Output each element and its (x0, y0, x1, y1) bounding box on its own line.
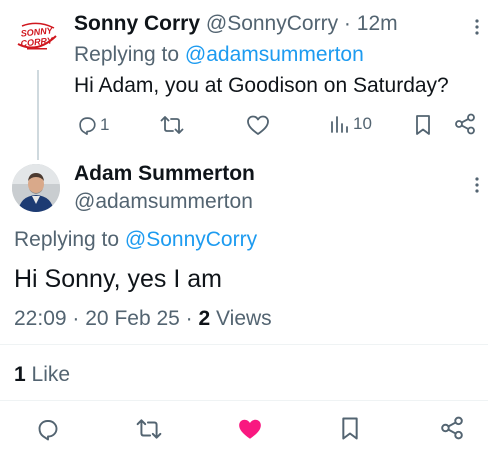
profile-photo (12, 164, 60, 212)
retweet-button[interactable] (160, 114, 184, 136)
tweet-text: Hi Sonny, yes I am (14, 265, 222, 293)
views-count: 10 (353, 114, 372, 133)
reply-icon (79, 117, 96, 135)
avatar-adam-summerton[interactable] (12, 164, 60, 212)
divider (0, 400, 488, 401)
views-icon (331, 116, 348, 133)
retweet-icon (136, 419, 162, 439)
heart-filled-icon (239, 419, 261, 439)
replying-prefix: Replying to (74, 43, 180, 66)
heart-icon (247, 115, 269, 135)
share-button[interactable] (440, 416, 464, 440)
like-button-active[interactable] (237, 417, 263, 441)
bookmark-button[interactable] (340, 416, 360, 441)
thread-connector-line (37, 70, 39, 160)
replying-handle-link[interactable]: @adamsummerton (185, 43, 364, 66)
bookmark-icon (416, 115, 430, 135)
like-button[interactable] (246, 114, 270, 136)
more-options-button[interactable] (474, 176, 480, 194)
replying-prefix: Replying to (14, 228, 120, 251)
sonny-corry-logo: SONNY CORRY (17, 22, 57, 50)
views-label: Views (216, 307, 272, 330)
replying-handle-link[interactable]: @SonnyCorry (125, 228, 257, 251)
likes-count: 1 (14, 363, 26, 386)
tweet-date[interactable]: 20 Feb 25 (85, 307, 180, 330)
share-button[interactable] (454, 113, 476, 135)
separator-dot: · (185, 307, 193, 330)
reply-button[interactable] (36, 417, 60, 441)
tweet-meta: 22:09 · 20 Feb 25 · 2 Views (14, 307, 272, 331)
reply-icon (38, 420, 58, 441)
likes-stat[interactable]: 1 Like (14, 363, 70, 387)
share-icon (441, 416, 463, 440)
bookmark-button[interactable] (414, 114, 432, 136)
views-button[interactable]: 10 (330, 114, 372, 134)
views-count: 2 (198, 307, 211, 330)
retweet-button[interactable] (136, 417, 162, 441)
author-name[interactable]: Adam Summerton (74, 162, 255, 186)
svg-text:CORRY: CORRY (20, 35, 54, 48)
replying-to-line: Replying to @SonnyCorry (14, 228, 257, 252)
reply-button[interactable]: 1 (76, 114, 109, 136)
divider (0, 344, 488, 345)
tweet-text: Hi Adam, you at Goodison on Saturday? (74, 74, 449, 97)
more-vertical-icon (475, 177, 479, 193)
bookmark-icon (342, 417, 358, 440)
parent-tweet-header: Sonny Corry @SonnyCorry · 12m (74, 12, 398, 36)
separator-dot: · (72, 307, 80, 330)
timestamp[interactable]: 12m (357, 12, 398, 35)
separator-dot: · (343, 12, 351, 35)
likes-label: Like (31, 363, 71, 386)
more-vertical-icon (475, 19, 479, 35)
replying-to-line: Replying to @adamsummerton (74, 43, 364, 67)
reply-count: 1 (100, 115, 110, 134)
retweet-icon (160, 116, 184, 134)
avatar-sonny-corry[interactable]: SONNY CORRY (14, 14, 60, 60)
views-stat[interactable]: 2 Views (199, 307, 272, 330)
share-icon (455, 113, 475, 135)
author-handle[interactable]: @SonnyCorry (206, 12, 338, 35)
tweet-time[interactable]: 22:09 (14, 307, 67, 330)
author-name[interactable]: Sonny Corry (74, 12, 200, 35)
more-options-button[interactable] (474, 18, 480, 36)
author-handle[interactable]: @adamsummerton (74, 190, 253, 214)
